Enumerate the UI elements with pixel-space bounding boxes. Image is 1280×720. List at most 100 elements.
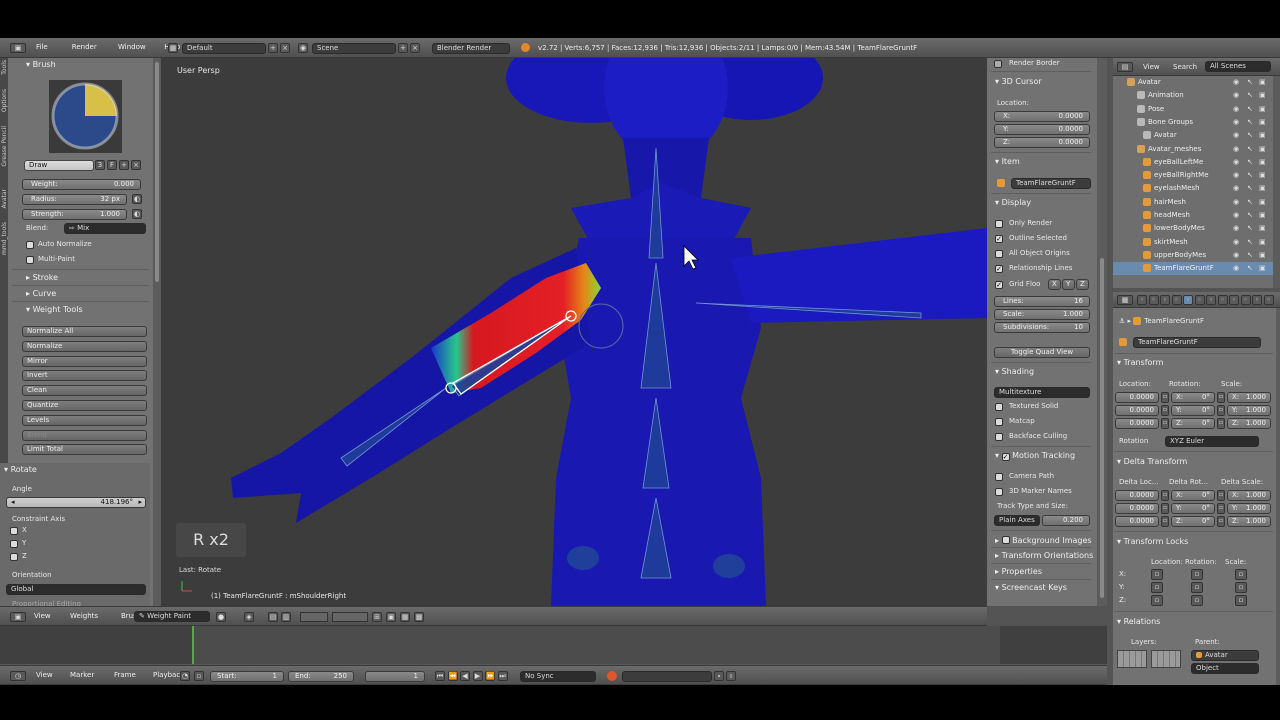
delta-lock-rotation-icon[interactable]: ▫ — [1217, 516, 1225, 527]
grid-axis-y-toggle[interactable]: Y — [1062, 279, 1075, 290]
selectable-cursor-icon[interactable]: ↖ — [1247, 249, 1253, 262]
motion-tracking-checkbox[interactable]: ✓ — [1001, 453, 1010, 461]
visibility-eye-icon[interactable]: ◉ — [1233, 182, 1239, 195]
delta-location-y[interactable]: 0.0000 — [1115, 503, 1159, 514]
constraint-axis-x-checkbox[interactable] — [10, 527, 18, 535]
add-layout-icon[interactable]: + — [268, 43, 278, 53]
viewport-menu-weights[interactable]: Weights — [70, 612, 98, 621]
selectable-cursor-icon[interactable]: ↖ — [1247, 76, 1253, 89]
transform-lock-rotation-icon[interactable]: ▫ — [1217, 418, 1225, 429]
outliner-row[interactable]: upperBodyMes ◉ ↖ ▣ — [1113, 249, 1273, 262]
layer-buttons-b[interactable] — [332, 612, 368, 622]
visibility-eye-icon[interactable]: ◉ — [1233, 222, 1239, 235]
delta-lock-location-icon[interactable]: ▫ — [1161, 516, 1169, 527]
grid-axis-x-toggle[interactable]: X — [1048, 279, 1061, 290]
outliner-row[interactable]: Avatar ◉ ↖ ▣ — [1113, 76, 1273, 89]
play-icon[interactable]: ▶ — [472, 671, 483, 681]
outliner-row[interactable]: headMesh ◉ ↖ ▣ — [1113, 209, 1273, 222]
scene-field[interactable]: Scene — [312, 43, 396, 54]
renderable-camera-icon[interactable]: ▣ — [1259, 222, 1266, 235]
render-anim-icon[interactable]: ▦ — [400, 612, 410, 622]
layers-grid-b[interactable] — [1151, 650, 1181, 668]
renderable-camera-icon[interactable]: ▣ — [1259, 182, 1266, 195]
toolshelf-scrollbar[interactable] — [153, 58, 161, 633]
brush-name-field[interactable]: Draw — [24, 160, 94, 171]
lock-toggle-icon[interactable]: ▫ — [1151, 582, 1163, 593]
renderable-camera-icon[interactable]: ▣ — [1259, 103, 1266, 116]
renderable-camera-icon[interactable]: ▣ — [1259, 169, 1266, 182]
outline-selected-checkbox[interactable]: ✓ — [995, 235, 1003, 243]
renderable-camera-icon[interactable]: ▣ — [1259, 116, 1266, 129]
render-border-checkbox[interactable] — [994, 60, 1002, 68]
outliner-view-menu[interactable]: View — [1143, 63, 1160, 72]
transform-lock-rotation-icon[interactable]: ▫ — [1217, 405, 1225, 416]
all-origins-checkbox[interactable] — [995, 250, 1003, 258]
object-name-field[interactable]: TeamFlareGruntF — [1133, 337, 1261, 348]
screencast-keys-header[interactable]: ▾ Screencast Keys — [995, 583, 1067, 593]
selectable-cursor-icon[interactable]: ↖ — [1247, 89, 1253, 102]
outliner-row[interactable]: Animation ◉ ↖ ▣ — [1113, 89, 1273, 102]
visibility-eye-icon[interactable]: ◉ — [1233, 196, 1239, 209]
editor-type-icon[interactable]: ◷ — [10, 671, 26, 681]
jump-start-icon[interactable]: ⏮ — [435, 671, 445, 681]
face-mask-icon[interactable]: ▤ — [268, 612, 278, 622]
toolshelf-tab-4[interactable]: mmd_tools — [0, 222, 8, 255]
renderable-camera-icon[interactable]: ▣ — [1259, 209, 1266, 222]
scene-tab-icon[interactable]: ◦ — [1160, 295, 1170, 305]
preview-range-icon[interactable]: ◔ — [180, 671, 190, 681]
lock-toggle-icon[interactable]: ▫ — [1191, 569, 1203, 580]
screen-layout-field[interactable]: Default — [182, 43, 266, 54]
timeline-menu-marker[interactable]: Marker — [70, 671, 94, 680]
selectable-cursor-icon[interactable]: ↖ — [1247, 169, 1253, 182]
auto-normalize-checkbox[interactable] — [26, 241, 34, 249]
brush-unlink-icon[interactable]: × — [131, 160, 141, 170]
shading-panel-header[interactable]: ▾ Shading — [995, 367, 1034, 377]
brush-new-icon[interactable]: + — [119, 160, 129, 170]
selectable-cursor-icon[interactable]: ↖ — [1247, 129, 1253, 142]
background-images-header[interactable]: ▸ Background Images — [995, 535, 1092, 546]
multi-paint-checkbox[interactable] — [26, 256, 34, 264]
brush-users[interactable]: 3 — [95, 160, 105, 170]
constraints-tab-icon[interactable]: ◦ — [1194, 295, 1205, 305]
transform-location-x[interactable]: 0.0000 — [1115, 392, 1159, 403]
radius-slider[interactable]: Radius: 32 px — [22, 194, 127, 205]
cursor-x-field[interactable]: X: 0.0000 — [994, 111, 1090, 122]
shading-mode-select[interactable]: Multitexture — [994, 387, 1090, 398]
toolshelf-tab-0[interactable]: Tools — [0, 60, 8, 75]
brush-panel-header[interactable]: ▾ Brush — [26, 60, 56, 70]
delta-rotation-z[interactable]: Z: 0° — [1171, 516, 1215, 527]
delta-scale-y[interactable]: Y: 1.000 — [1227, 503, 1271, 514]
data-tab-icon[interactable]: ◦ — [1217, 295, 1228, 305]
delta-lock-location-icon[interactable]: ▫ — [1161, 490, 1169, 501]
sync-select[interactable]: No Sync — [520, 671, 596, 682]
keying-set-field[interactable] — [622, 671, 712, 682]
visibility-eye-icon[interactable]: ◉ — [1233, 209, 1239, 222]
outliner-row[interactable]: Avatar_meshes ◉ ↖ ▣ — [1113, 143, 1273, 156]
menu-window[interactable]: Window — [118, 43, 146, 52]
marker-names-checkbox[interactable] — [995, 488, 1003, 496]
selectable-cursor-icon[interactable]: ↖ — [1247, 116, 1253, 129]
outliner-row[interactable]: hairMesh ◉ ↖ ▣ — [1113, 196, 1273, 209]
textured-solid-checkbox[interactable] — [995, 403, 1003, 411]
toolshelf-tab-1[interactable]: Options — [0, 89, 8, 112]
nprop-scrollbar[interactable] — [1097, 58, 1107, 606]
transform-locks-header[interactable]: ▾ Transform Locks — [1117, 537, 1188, 547]
prev-keyframe-icon[interactable]: ⏪ — [447, 671, 458, 681]
editor-type-icon[interactable]: ▦ — [1117, 295, 1133, 305]
parent-field[interactable]: Avatar — [1191, 650, 1259, 661]
render-layers-tab-icon[interactable]: ◦ — [1148, 295, 1159, 305]
pivot-icon[interactable]: ◈ — [244, 612, 254, 622]
current-frame-field[interactable]: 1 — [365, 671, 425, 682]
track-type-select[interactable]: Plain Axes — [994, 515, 1040, 526]
transform-location-y[interactable]: 0.0000 — [1115, 405, 1159, 416]
transform-rotation-x[interactable]: X: 0° — [1171, 392, 1215, 403]
motion-tracking-header[interactable]: ▾ ✓ Motion Tracking — [995, 451, 1075, 461]
properties-panel-header[interactable]: ▸ Properties — [995, 567, 1042, 577]
background-images-checkbox[interactable] — [1001, 536, 1010, 544]
grid-scale-field[interactable]: Scale: 1.000 — [994, 309, 1090, 320]
angle-field[interactable]: ◂ 418.196° ▸ — [6, 497, 146, 508]
transform-scale-x[interactable]: X: 1.000 — [1227, 392, 1271, 403]
track-size-field[interactable]: 0.200 — [1042, 515, 1090, 526]
outliner-row[interactable]: eyeBallLeftMe ◉ ↖ ▣ — [1113, 156, 1273, 169]
transform-lock-location-icon[interactable]: ▫ — [1161, 418, 1169, 429]
